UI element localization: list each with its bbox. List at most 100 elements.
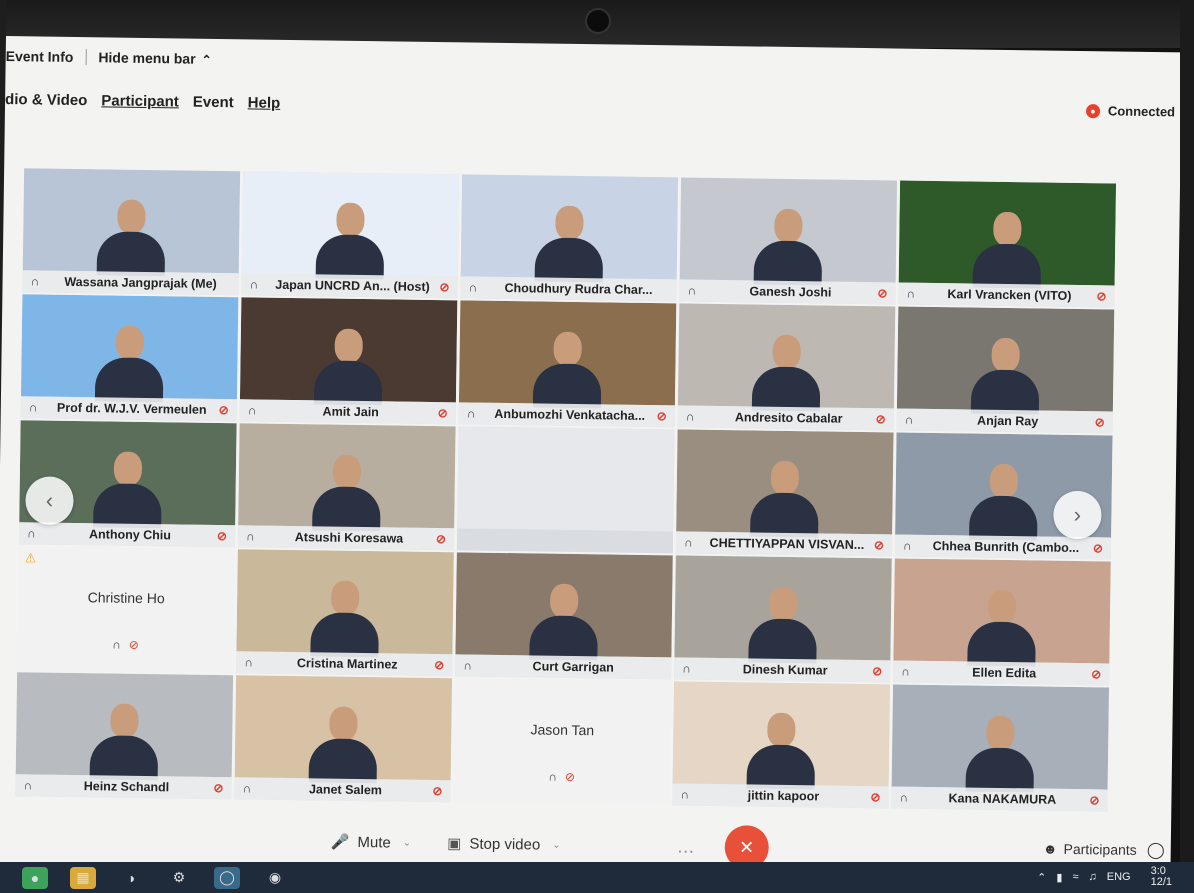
name-bar: ∩ Anjan Ray ⊘ [896, 408, 1113, 434]
participant-tile[interactable] [456, 426, 675, 554]
person-icon: ☻ [1042, 840, 1058, 857]
participant-tile[interactable]: ∩ Cristina Martinez ⊘ [236, 549, 454, 677]
participant-tile[interactable]: ∩ Andresito Cabalar ⊘ [677, 303, 896, 431]
participant-silhouette [304, 572, 385, 658]
video-camera-icon: ▣ [447, 835, 462, 853]
headphone-icon: ∩ [30, 274, 40, 289]
participant-tile[interactable]: ∩ Ganesh Joshi ⊘ [679, 177, 898, 305]
participant-tile[interactable]: ∩ Wassana Jangprajak (Me) [22, 168, 241, 296]
tray-chevron-icon[interactable]: ⌃ [1037, 871, 1046, 884]
headphone-icon: ∩ [244, 655, 254, 670]
participant-tile[interactable]: ∩ Anjan Ray ⊘ [896, 306, 1115, 434]
participant-tile[interactable]: ∩ Anbumozhi Venkatacha... ⊘ [458, 300, 677, 428]
folder-icon[interactable]: ▦ [70, 866, 96, 889]
participant-tile[interactable]: ∩ Dinesh Kumar ⊘ [674, 555, 892, 683]
name-bar: ∩ CHETTIYAPPAN VISVAN... ⊘ [675, 531, 893, 557]
participant-silhouette [527, 323, 608, 409]
connection-status[interactable]: ● Connected [1085, 103, 1176, 120]
headphone-icon: ∩ [682, 661, 692, 676]
video-feed [458, 300, 677, 409]
participant-name: Wassana Jangprajak (Me) [64, 274, 217, 291]
participant-silhouette [529, 197, 610, 283]
participant-tile[interactable]: ∩ Choudhury Rudra Char... [460, 174, 679, 302]
participants-label: Participants [1063, 840, 1137, 858]
participant-tile[interactable]: ∩ Prof dr. W.J.V. Vermeulen ⊘ [20, 294, 239, 422]
name-bar: ∩ Choudhury Rudra Char... [460, 276, 677, 302]
participant-tile[interactable]: ∩ Ellen Edita ⊘ [893, 558, 1111, 686]
menu-audio-video[interactable]: dio & Video [5, 90, 87, 108]
mute-button[interactable]: 🎤 Mute ⌄ [331, 833, 412, 852]
participant-tile[interactable]: ∩ Japan UNCRD An... (Host) ⊘ [241, 171, 460, 299]
participant-tile[interactable]: ∩ Janet Salem ⊘ [234, 675, 453, 803]
headphone-icon: ∩ [468, 280, 478, 295]
menu-event[interactable]: Event [193, 93, 234, 111]
chevron-down-icon[interactable]: ⌄ [403, 837, 412, 848]
participant-silhouette [91, 191, 172, 277]
browser-icon[interactable]: ◑ [118, 867, 144, 889]
name-bar: ∩ Dinesh Kumar ⊘ [674, 657, 891, 683]
menu-participant[interactable]: Participant [101, 92, 179, 110]
participant-name: Prof dr. W.J.V. Vermeulen [56, 400, 207, 417]
settings-gear-icon[interactable]: ⚙ [166, 867, 192, 889]
headphone-icon: ∩ [906, 286, 916, 301]
video-feed [672, 681, 891, 790]
participant-tile[interactable]: ∩ Karl Vrancken (VITO) ⊘ [898, 180, 1117, 308]
participant-name: CHETTIYAPPAN VISVAN... [709, 535, 865, 553]
participant-name: Heinz Schandl [83, 779, 170, 795]
system-tray: ⌃ ▮ ≈ ♫ ENG 3:0 12/1 [1027, 866, 1172, 888]
event-info-button[interactable]: Event Info [6, 48, 74, 65]
wifi-icon[interactable]: ≈ [1072, 871, 1078, 883]
connection-status-label: Connected [1107, 103, 1176, 120]
headphone-icon: ∩ [466, 406, 476, 421]
tray-mic-icon[interactable]: ▮ [1056, 871, 1062, 884]
mute-label: Mute [357, 833, 391, 851]
video-feed [679, 177, 898, 286]
menu-help[interactable]: Help [248, 94, 281, 111]
more-options-button[interactable]: … [677, 836, 695, 857]
muted-mic-icon: ⊘ [1096, 289, 1107, 304]
participant-name: Anbumozhi Venkatacha... [494, 406, 646, 423]
headphone-icon: ∩ [904, 412, 914, 427]
participant-tile[interactable]: ∩ Heinz Schandl ⊘ [15, 672, 234, 800]
video-feed [891, 684, 1110, 793]
participant-silhouette [963, 455, 1044, 541]
camera-app-icon[interactable]: ◉ [262, 867, 288, 889]
headphone-icon: ∩ [112, 637, 121, 652]
chevron-down-icon[interactable]: ⌄ [552, 839, 561, 850]
line-app-icon[interactable]: ● [22, 866, 48, 889]
participant-tile[interactable]: ∩ Atsushi Koresawa ⊘ [237, 423, 456, 551]
video-feed [676, 429, 894, 538]
muted-mic-icon: ⊘ [437, 406, 448, 421]
participant-name: jittin kapoor [747, 788, 820, 804]
headphone-icon: ∩ [463, 658, 473, 673]
clock[interactable]: 3:0 12/1 [1141, 866, 1172, 888]
audio-status: ∩ ⊘ [17, 636, 233, 653]
hide-menu-bar-button[interactable]: Hide menu bar ⌃ [98, 49, 212, 67]
participant-tile[interactable]: ∩ Kana NAKAMURA ⊘ [891, 684, 1110, 812]
name-bar: ∩ Prof dr. W.J.V. Vermeulen ⊘ [20, 396, 237, 422]
participant-tile[interactable]: ∩ Curt Garrigan [455, 552, 673, 680]
video-grid: ∩ Wassana Jangprajak (Me) ∩ Japan UNCRD An.… [15, 168, 1117, 812]
muted-mic-icon: ⊘ [434, 658, 445, 673]
name-bar: ∩ Amit Jain ⊘ [239, 399, 456, 425]
participant-name: Anthony Chiu [88, 527, 172, 543]
headphone-icon: ∩ [23, 778, 33, 793]
name-bar: ∩ Ganesh Joshi ⊘ [679, 279, 896, 305]
participant-silhouette [741, 704, 822, 790]
volume-icon[interactable]: ♫ [1088, 871, 1096, 883]
participant-tile[interactable]: Jason Tan ∩ ⊘ [453, 678, 672, 806]
participant-tile[interactable]: ∩ CHETTIYAPPAN VISVAN... ⊘ [675, 429, 894, 557]
chat-icon[interactable]: ◯ [1147, 840, 1165, 860]
stop-video-button[interactable]: ▣ Stop video ⌄ [447, 834, 561, 854]
participant-tile[interactable]: ∩ jittin kapoor ⊘ [672, 681, 891, 809]
participants-button[interactable]: ☻ Participants [1043, 841, 1137, 858]
input-language[interactable]: ENG [1107, 871, 1131, 883]
participant-name: Jason Tan [530, 721, 595, 739]
participant-name: Janet Salem [308, 782, 383, 798]
stop-video-label: Stop video [469, 835, 541, 854]
webex-app-icon[interactable]: ◯ [214, 866, 240, 889]
muted-mic-icon: ⊘ [877, 286, 888, 301]
video-feed [893, 558, 1111, 667]
participant-tile[interactable]: ⚠ Christine Ho ∩ ⊘ [17, 546, 235, 674]
participant-tile[interactable]: ∩ Amit Jain ⊘ [239, 297, 458, 425]
